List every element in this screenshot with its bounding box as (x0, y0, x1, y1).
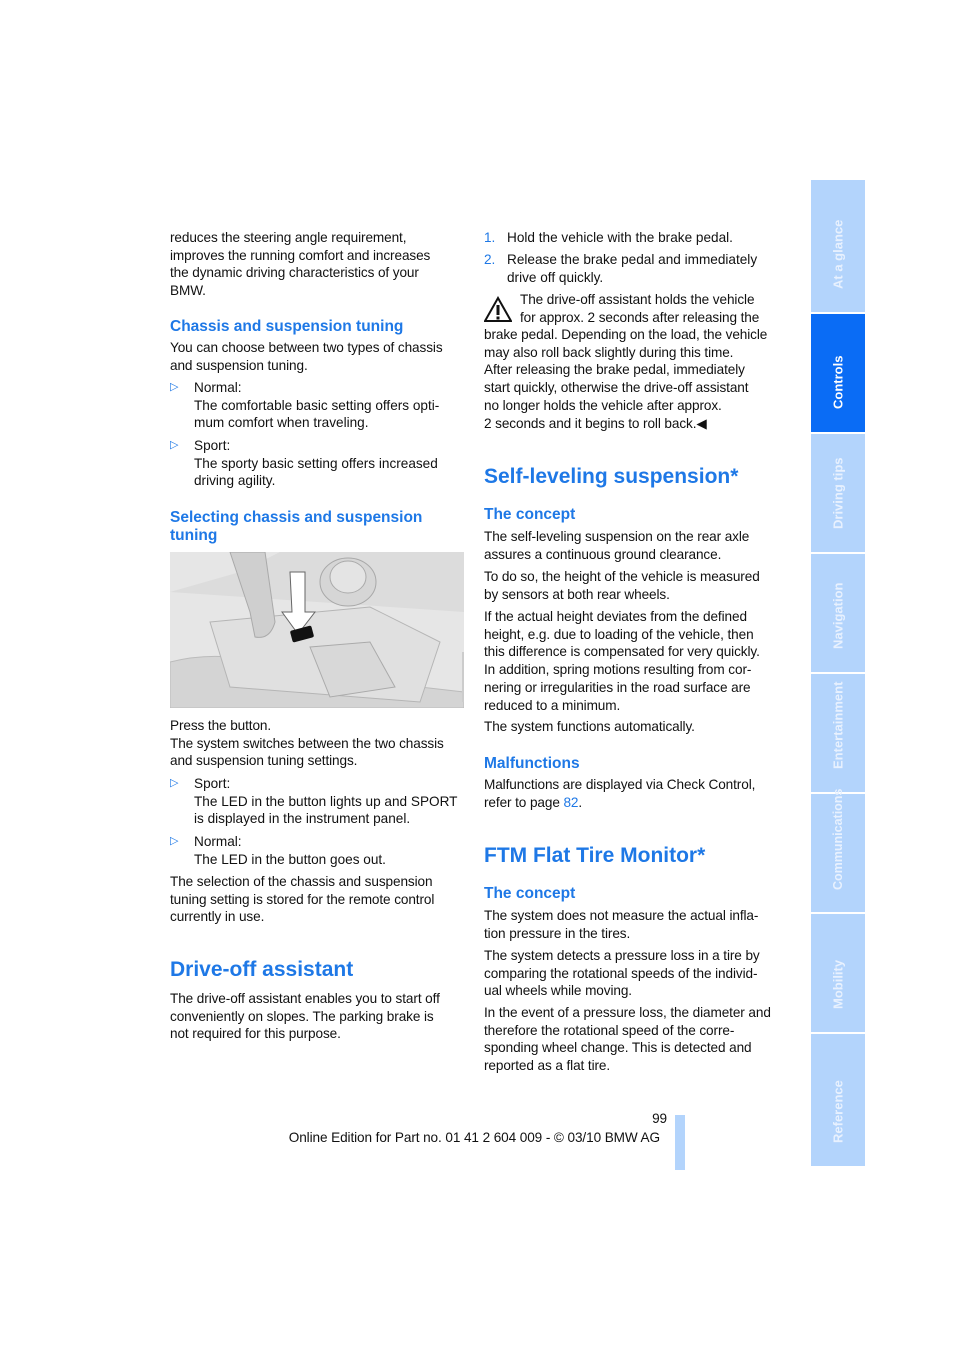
tab-at-a-glance[interactable]: At a glance (811, 180, 865, 312)
tab-communications[interactable]: Communications (811, 789, 865, 912)
tab-driving-tips[interactable]: Driving tips (811, 434, 865, 552)
tab-entertainment[interactable]: Entertainment (811, 674, 865, 792)
period: . (578, 794, 583, 810)
press-paragraph: Press the button. The system switches be… (170, 718, 444, 769)
list-item-text: Normal: The LED in the button goes out. (194, 834, 386, 867)
list-item-text: Sport: The LED in the button lights up a… (194, 776, 458, 827)
step-item: 1. Hold the vehicle with the brake pedal. (484, 229, 733, 247)
center-console-illustration (170, 552, 464, 708)
selflevel-paragraph: To do so, the height of the vehicle is m… (484, 569, 760, 602)
page-number: 99 (652, 1111, 667, 1126)
selflevel-paragraph: If the actual height deviates from the d… (484, 609, 760, 713)
tab-label: Navigation (830, 582, 846, 649)
page-marker-bar (675, 1115, 685, 1170)
ftm-heading: FTM Flat Tire Monitor* (484, 844, 706, 867)
tab-reference[interactable]: Reference (811, 1034, 865, 1166)
chassis-paragraph: You can choose between two types of chas… (170, 340, 443, 373)
tab-label: Mobility (830, 959, 846, 1009)
warning-text: brake pedal. Depending on the load, the … (484, 327, 768, 431)
triangle-right-icon: ▷ (170, 777, 179, 789)
step-text: Hold the vehicle with the brake pedal. (507, 230, 733, 245)
triangle-right-icon: ▷ (170, 439, 179, 451)
concept-heading: The concept (484, 506, 576, 523)
tab-mobility[interactable]: Mobility (811, 914, 865, 1032)
driveoff-paragraph: The drive-off assistant enables you to s… (170, 991, 440, 1042)
tab-controls[interactable]: Controls (811, 314, 865, 432)
selflevel-paragraph: The system functions automatically. (484, 719, 695, 734)
ftm-concept-heading: The concept (484, 885, 576, 902)
selecting-heading: Selecting chassis and suspension tuning (170, 509, 423, 544)
step-item: 2. Release the brake pedal and immediatel… (484, 251, 757, 286)
ftm-paragraph: The system does not measure the actual i… (484, 908, 759, 941)
driveoff-heading: Drive-off assistant (170, 958, 354, 981)
list-item: ▷ Normal: The comfortable basic setting o… (170, 379, 439, 432)
intro-paragraph: reduces the steering angle requirement, … (170, 230, 431, 299)
list-item-text: Normal: The comfortable basic setting of… (194, 380, 440, 431)
tab-label: Controls (830, 355, 846, 409)
list-item-text: Sport: The sporty basic setting offers i… (194, 438, 438, 489)
edition-note: Online Edition for Part no. 01 41 2 604 … (288, 1130, 660, 1145)
step-text: Release the brake pedal and immediately … (507, 252, 758, 285)
tab-navigation[interactable]: Navigation (811, 554, 865, 672)
malfunctions-paragraph: Malfunctions are displayed via Check Con… (484, 776, 755, 811)
stored-paragraph: The selection of the chassis and suspens… (170, 874, 435, 925)
tab-label: Entertainment (830, 681, 846, 769)
malfunctions-heading: Malfunctions (484, 755, 580, 772)
tab-label: Communications (831, 788, 845, 890)
ftm-paragraph: In the event of a pressure loss, the dia… (484, 1005, 771, 1074)
selflevel-heading: Self-leveling suspension* (484, 465, 739, 488)
page-link[interactable]: 82 (563, 795, 578, 810)
triangle-right-icon: ▷ (170, 381, 179, 393)
warning-triangle-icon (484, 296, 512, 322)
list-item: ▷ Normal: The LED in the button goes out. (170, 833, 386, 868)
chassis-heading: Chassis and suspension tuning (170, 318, 404, 335)
list-item: ▷ Sport: The sporty basic setting offers … (170, 437, 438, 490)
tab-label: At a glance (830, 219, 846, 289)
list-item: ▷ Sport: The LED in the button lights up … (170, 775, 457, 828)
tab-label: Driving tips (830, 457, 846, 529)
step-number: 2. (484, 252, 496, 267)
step-number: 1. (484, 230, 496, 245)
malfunctions-text: Malfunctions are displayed via Check Con… (484, 777, 756, 810)
ftm-paragraph: The system detects a pressure loss in a … (484, 948, 760, 999)
triangle-right-icon: ▷ (170, 835, 179, 847)
selflevel-paragraph: The self-leveling suspension on the rear… (484, 529, 750, 562)
tab-label: Reference (830, 1080, 846, 1143)
warning-text-first: The drive-off assistant holds the vehicl… (520, 292, 760, 325)
